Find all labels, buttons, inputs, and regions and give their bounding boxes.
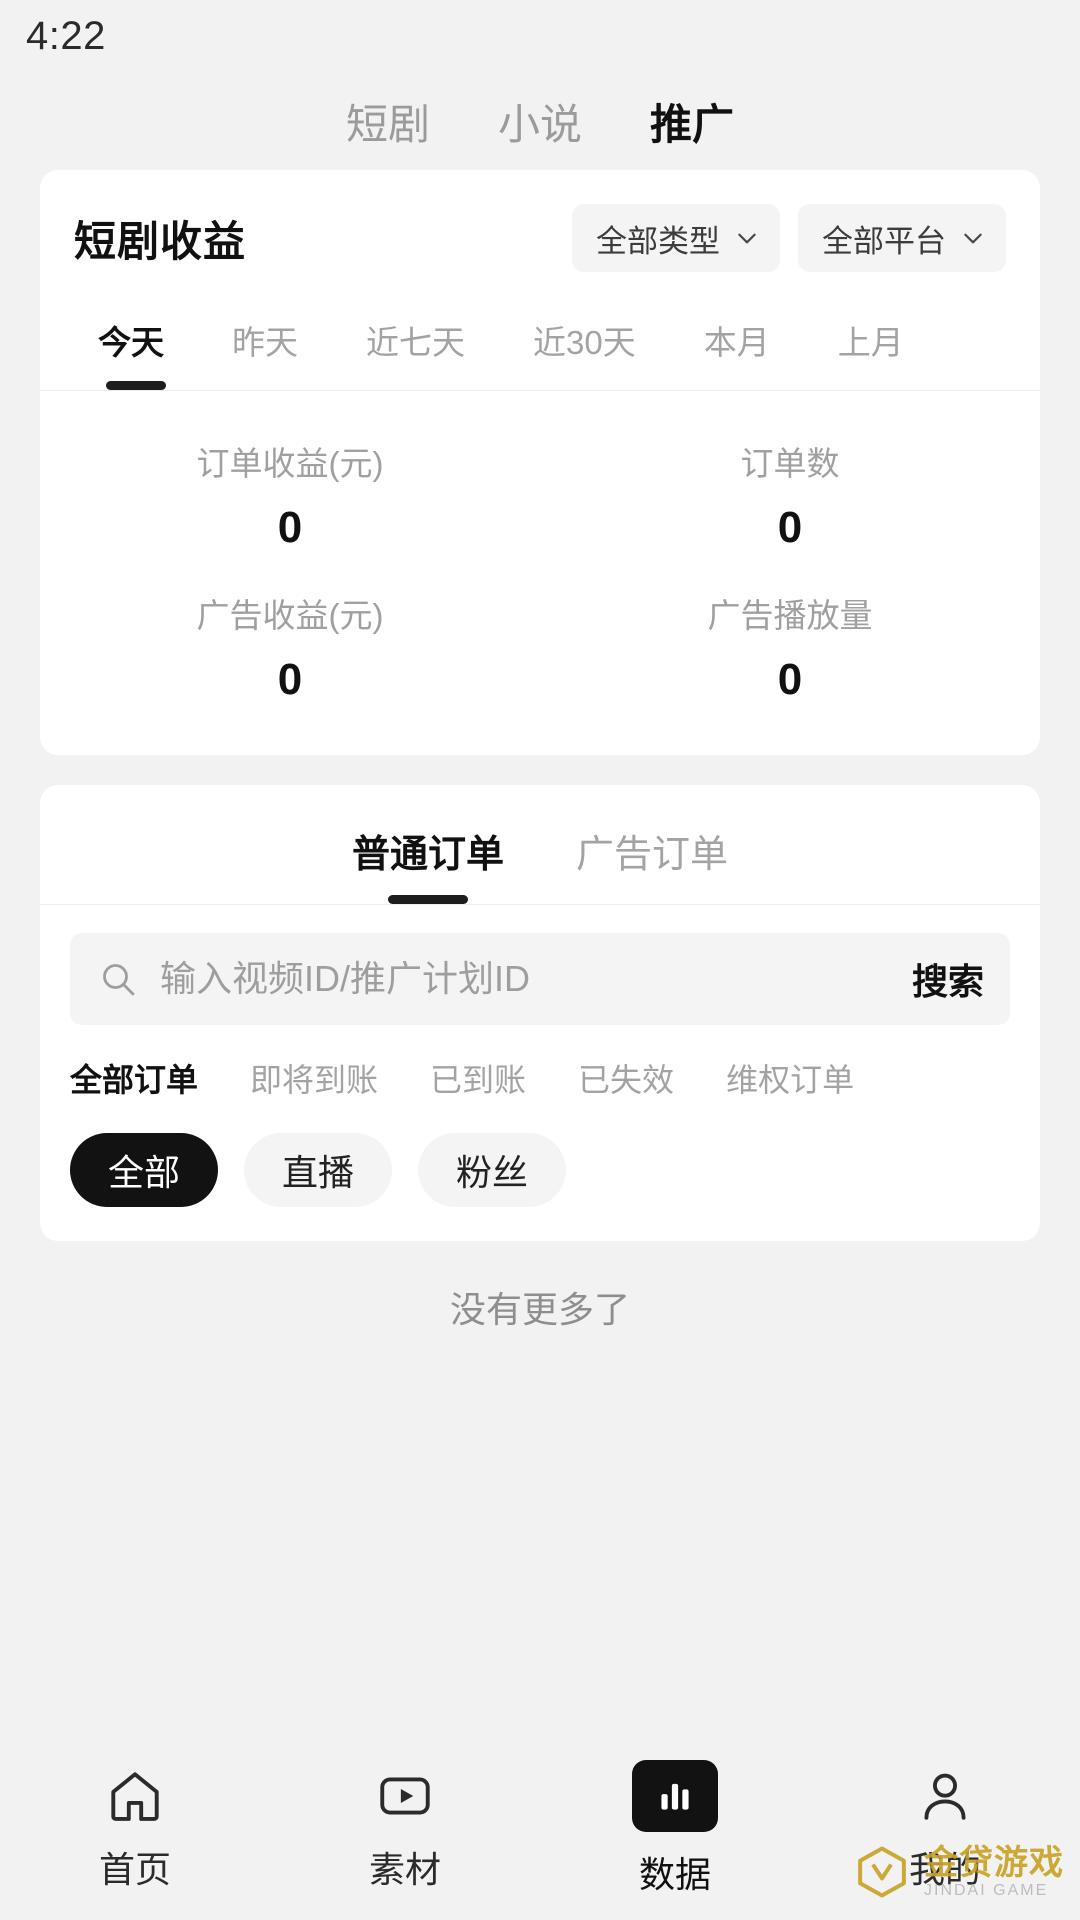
chip-fans[interactable]: 粉丝 xyxy=(418,1133,566,1207)
search-section: 搜索 xyxy=(40,905,1040,1025)
status-filter-expired[interactable]: 已失效 xyxy=(578,1055,704,1111)
order-tab-ad[interactable]: 广告订单 xyxy=(570,823,734,904)
tab-duanju[interactable]: 短剧 xyxy=(340,91,436,152)
search-input[interactable] xyxy=(160,958,880,1000)
watermark-title: 金贷游戏 xyxy=(924,1843,1064,1882)
stat-value: 0 xyxy=(277,503,303,552)
period-tab-today[interactable]: 今天 xyxy=(74,316,198,390)
source-chip-group: 全部 直播 粉丝 xyxy=(40,1111,1040,1241)
earnings-card: 短剧收益 全部类型 全部平台 今天 昨天 近七天 近30天 本月 上月 订单收益… xyxy=(40,170,1040,755)
period-tab-last-month[interactable]: 上月 xyxy=(804,316,938,390)
stat-label: 广告收益(元) xyxy=(196,597,384,634)
watermark: 金贷游戏 JINDAI GAME xyxy=(850,1840,1064,1904)
home-icon xyxy=(111,1772,159,1821)
period-tab-yesterday[interactable]: 昨天 xyxy=(198,316,332,390)
status-filter-all[interactable]: 全部订单 xyxy=(70,1055,228,1111)
earnings-card-title: 短剧收益 xyxy=(74,217,247,265)
platform-filter-dropdown[interactable]: 全部平台 xyxy=(798,204,1006,272)
video-play-icon xyxy=(380,1777,430,1815)
status-bar: 4:22 xyxy=(0,0,1080,72)
nav-item-material[interactable]: 素材 xyxy=(270,1765,540,1893)
nav-item-data[interactable]: 数据 xyxy=(540,1760,810,1898)
empty-state-text: 没有更多了 xyxy=(449,1289,630,1330)
nav-item-home[interactable]: 首页 xyxy=(0,1765,270,1893)
nav-label: 数据 xyxy=(638,1854,711,1895)
stat-value: 0 xyxy=(777,503,803,552)
chevron-down-icon xyxy=(738,233,756,244)
top-tab-bar: 短剧 小说 推广 xyxy=(0,72,1080,170)
watermark-subtitle: JINDAI GAME xyxy=(924,1881,1049,1899)
stat-label: 订单数 xyxy=(740,445,840,482)
stats-grid: 订单收益(元) 0 订单数 0 广告收益(元) 0 广告播放量 0 xyxy=(40,391,1040,755)
stat-value: 0 xyxy=(277,655,303,704)
status-filter-pending[interactable]: 即将到账 xyxy=(250,1055,408,1111)
order-tab-bar: 普通订单 广告订单 xyxy=(40,785,1040,904)
stat-order-revenue: 订单收益(元) 0 xyxy=(40,415,540,567)
platform-filter-label: 全部平台 xyxy=(822,223,946,259)
order-tab-normal[interactable]: 普通订单 xyxy=(346,823,510,904)
stat-ad-plays: 广告播放量 0 xyxy=(540,567,1040,719)
type-filter-label: 全部类型 xyxy=(596,223,720,259)
chevron-down-icon xyxy=(964,233,982,244)
earnings-card-header: 短剧收益 全部类型 全部平台 xyxy=(40,170,1040,272)
search-button[interactable]: 搜索 xyxy=(902,953,984,1005)
type-filter-dropdown[interactable]: 全部类型 xyxy=(572,204,780,272)
search-bar[interactable]: 搜索 xyxy=(70,933,1010,1025)
app-screen: 4:22 短剧 小说 推广 短剧收益 全部类型 全部平台 今天 昨天 近七天 近… xyxy=(0,0,1080,1920)
orders-card: 普通订单 广告订单 搜索 全部订单 即将到账 已到账 已失效 维权订单 全部 直… xyxy=(40,785,1040,1241)
chip-live[interactable]: 直播 xyxy=(244,1133,392,1207)
nav-label: 首页 xyxy=(98,1849,171,1890)
stat-order-count: 订单数 0 xyxy=(540,415,1040,567)
bar-chart-icon xyxy=(632,1760,718,1832)
diamond-logo-icon xyxy=(858,1846,906,1898)
tab-tuiguang[interactable]: 推广 xyxy=(644,91,740,152)
stat-value: 0 xyxy=(777,655,803,704)
period-tab-last7days[interactable]: 近七天 xyxy=(332,316,499,390)
nav-label: 素材 xyxy=(368,1849,441,1890)
period-tab-this-month[interactable]: 本月 xyxy=(670,316,804,390)
search-icon xyxy=(103,964,135,996)
chip-all[interactable]: 全部 xyxy=(70,1133,218,1207)
period-tab-bar: 今天 昨天 近七天 近30天 本月 上月 xyxy=(40,272,1040,390)
period-tab-last30days[interactable]: 近30天 xyxy=(499,316,670,390)
status-bar-clock: 4:22 xyxy=(26,13,106,58)
order-status-filter-bar: 全部订单 即将到账 已到账 已失效 维权订单 xyxy=(40,1025,1040,1111)
earnings-filter-group: 全部类型 全部平台 xyxy=(572,204,1006,272)
status-filter-rights[interactable]: 维权订单 xyxy=(726,1055,884,1111)
stat-ad-revenue: 广告收益(元) 0 xyxy=(40,567,540,719)
status-filter-received[interactable]: 已到账 xyxy=(430,1055,556,1111)
tab-xiaoshuo[interactable]: 小说 xyxy=(492,91,588,152)
person-icon xyxy=(924,1773,966,1820)
stat-label: 订单收益(元) xyxy=(196,445,384,482)
stat-label: 广告播放量 xyxy=(707,597,873,634)
